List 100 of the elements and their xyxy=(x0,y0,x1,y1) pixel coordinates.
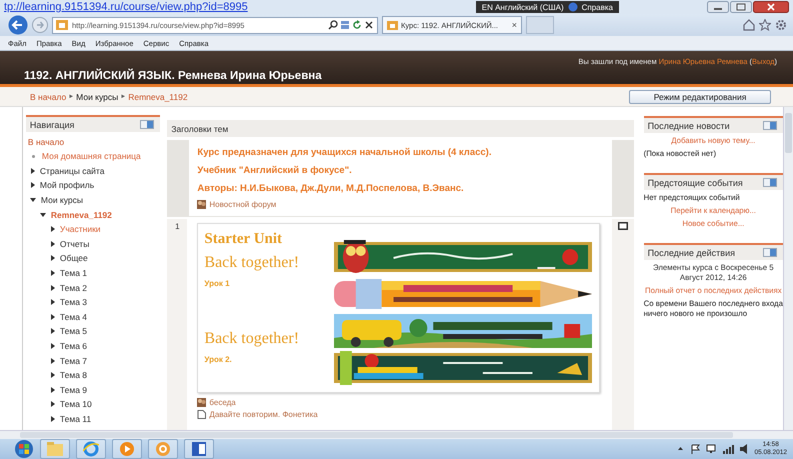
back-button[interactable] xyxy=(8,15,28,35)
network-icon[interactable] xyxy=(706,444,716,454)
dock-icon[interactable] xyxy=(140,120,154,129)
nav-item[interactable]: Тема 1 xyxy=(60,268,88,278)
course-description: Курс предназначен для учащихся начальной школы (4 класс). xyxy=(197,146,492,160)
browser-e-icon xyxy=(83,441,99,457)
caret-right-icon[interactable] xyxy=(50,270,55,276)
page-icon xyxy=(197,410,206,418)
site-favicon-icon xyxy=(387,20,398,30)
caret-right-icon[interactable] xyxy=(50,372,55,378)
dock-icon[interactable] xyxy=(763,178,778,187)
nav-item[interactable]: Тема 11 xyxy=(60,414,92,424)
maximize-button[interactable] xyxy=(730,1,752,13)
show-hidden-icons-icon[interactable] xyxy=(677,445,684,453)
caret-right-icon[interactable] xyxy=(30,182,35,188)
caret-down-icon[interactable] xyxy=(30,198,36,202)
caret-right-icon[interactable] xyxy=(50,358,55,364)
nav-item[interactable]: Тема 10 xyxy=(60,399,92,410)
activity-link[interactable]: Давайте повторим. Фонетика xyxy=(209,410,318,418)
course-description: Учебник "Английский в фокусе". xyxy=(197,164,353,178)
flag-icon[interactable] xyxy=(690,444,700,454)
edit-mode-button[interactable]: Режим редактирования xyxy=(629,90,771,104)
caret-down-icon[interactable] xyxy=(40,212,46,217)
nav-item[interactable]: Мой профиль xyxy=(40,180,94,190)
tab-close-button[interactable]: × xyxy=(512,20,517,30)
nav-item[interactable]: Remneva_1192 xyxy=(50,210,112,220)
caret-right-icon[interactable] xyxy=(50,386,55,393)
lesson-text: Back together! xyxy=(204,253,300,273)
lesson-text: Урок 1 xyxy=(204,279,231,288)
nav-item[interactable]: Тема 8 xyxy=(60,370,88,380)
nav-item[interactable]: Общее xyxy=(60,253,88,264)
bullet-icon xyxy=(32,154,35,158)
block-title: Последние новости xyxy=(648,120,730,130)
lesson-text: Урок 2. xyxy=(204,355,233,364)
nav-item[interactable]: Мои курсы xyxy=(40,195,83,206)
course-description: Авторы: Н.И.Быкова, Дж.Дули, М.Д.Поспелова, В.Эванс. xyxy=(197,182,465,196)
horizontal-scrollbar[interactable] xyxy=(0,430,793,439)
url-link[interactable]: tp://learning.9151394.ru/course/view.php?id=8995 xyxy=(0,0,248,14)
forum-icon xyxy=(197,398,206,406)
caret-right-icon[interactable] xyxy=(50,226,55,232)
caret-right-icon[interactable] xyxy=(50,416,55,422)
caret-right-icon[interactable] xyxy=(30,168,35,174)
activity-link[interactable]: беседа xyxy=(209,398,236,406)
breadcrumb-item[interactable]: Мои курсы xyxy=(76,92,118,102)
help-label[interactable]: Справка xyxy=(582,2,613,12)
home-icon[interactable] xyxy=(743,19,755,31)
nav-item[interactable]: Участники xyxy=(60,224,101,234)
breadcrumb-item[interactable]: Remneva_1192 xyxy=(128,92,188,102)
minimize-button[interactable] xyxy=(707,1,729,13)
lesson-text: Starter Unit xyxy=(204,230,284,248)
lesson-text: Back together! xyxy=(204,329,300,349)
nav-item[interactable]: Тема 2 xyxy=(60,282,88,293)
nav-item[interactable]: Отчеты xyxy=(60,238,90,249)
section-number: 1 xyxy=(175,222,180,232)
close-button[interactable] xyxy=(753,1,789,13)
forum-icon xyxy=(197,200,206,208)
taskbar-app[interactable] xyxy=(184,439,214,459)
nav-item[interactable]: Моя домашняя страница xyxy=(42,151,141,162)
nav-link[interactable]: В начало xyxy=(28,137,160,147)
favorites-star-icon[interactable] xyxy=(759,19,771,31)
language-label[interactable]: EN Английский (США) xyxy=(482,2,564,12)
course-title: 1192. АНГЛИЙСКИЙ ЯЗЫК. Ремнева Ирина Юрьевна xyxy=(24,70,322,82)
nav-item[interactable]: Тема 3 xyxy=(60,297,88,308)
caret-right-icon[interactable] xyxy=(50,284,55,291)
dock-icon[interactable] xyxy=(763,121,778,130)
nav-item[interactable]: Тема 4 xyxy=(60,312,88,322)
taskbar-app[interactable] xyxy=(76,439,106,459)
highlight-toggle-icon[interactable] xyxy=(618,222,628,230)
caret-right-icon[interactable] xyxy=(50,401,55,408)
media-player-icon xyxy=(119,441,135,457)
help-icon xyxy=(568,2,578,12)
nav-item[interactable]: Тема 5 xyxy=(60,326,88,336)
search-icon[interactable] xyxy=(328,20,338,30)
signal-icon[interactable] xyxy=(722,444,734,454)
start-button[interactable] xyxy=(14,439,34,459)
word-document-icon xyxy=(191,441,207,457)
nav-item[interactable]: Страницы сайта xyxy=(40,166,104,176)
caret-right-icon[interactable] xyxy=(50,314,55,320)
activity-link[interactable]: Новостной форум xyxy=(209,200,276,208)
block-title: Последние действия xyxy=(648,248,735,258)
breadcrumb-item[interactable]: В начало xyxy=(30,92,66,102)
site-favicon-icon xyxy=(56,20,68,30)
settings-icon[interactable] xyxy=(775,19,787,31)
folder-icon xyxy=(47,442,63,456)
dock-icon[interactable] xyxy=(763,248,778,257)
caret-right-icon[interactable] xyxy=(50,255,55,262)
caret-right-icon[interactable] xyxy=(50,343,55,350)
speaker-icon[interactable] xyxy=(740,444,748,454)
vertical-scrollbar[interactable] xyxy=(783,107,793,430)
nav-item[interactable]: Тема 6 xyxy=(60,341,88,352)
caret-right-icon[interactable] xyxy=(50,299,55,306)
refresh-icon[interactable] xyxy=(352,20,362,30)
block-title: Предстоящие события xyxy=(648,178,743,188)
block-title: Навигация xyxy=(30,120,74,130)
caret-right-icon[interactable] xyxy=(50,240,55,247)
nav-item[interactable]: Тема 9 xyxy=(60,384,88,395)
section-heading: Заголовки тем xyxy=(171,124,228,134)
caret-right-icon[interactable] xyxy=(50,328,55,334)
nav-item[interactable]: Тема 7 xyxy=(60,356,88,366)
stop-icon[interactable] xyxy=(364,20,374,30)
